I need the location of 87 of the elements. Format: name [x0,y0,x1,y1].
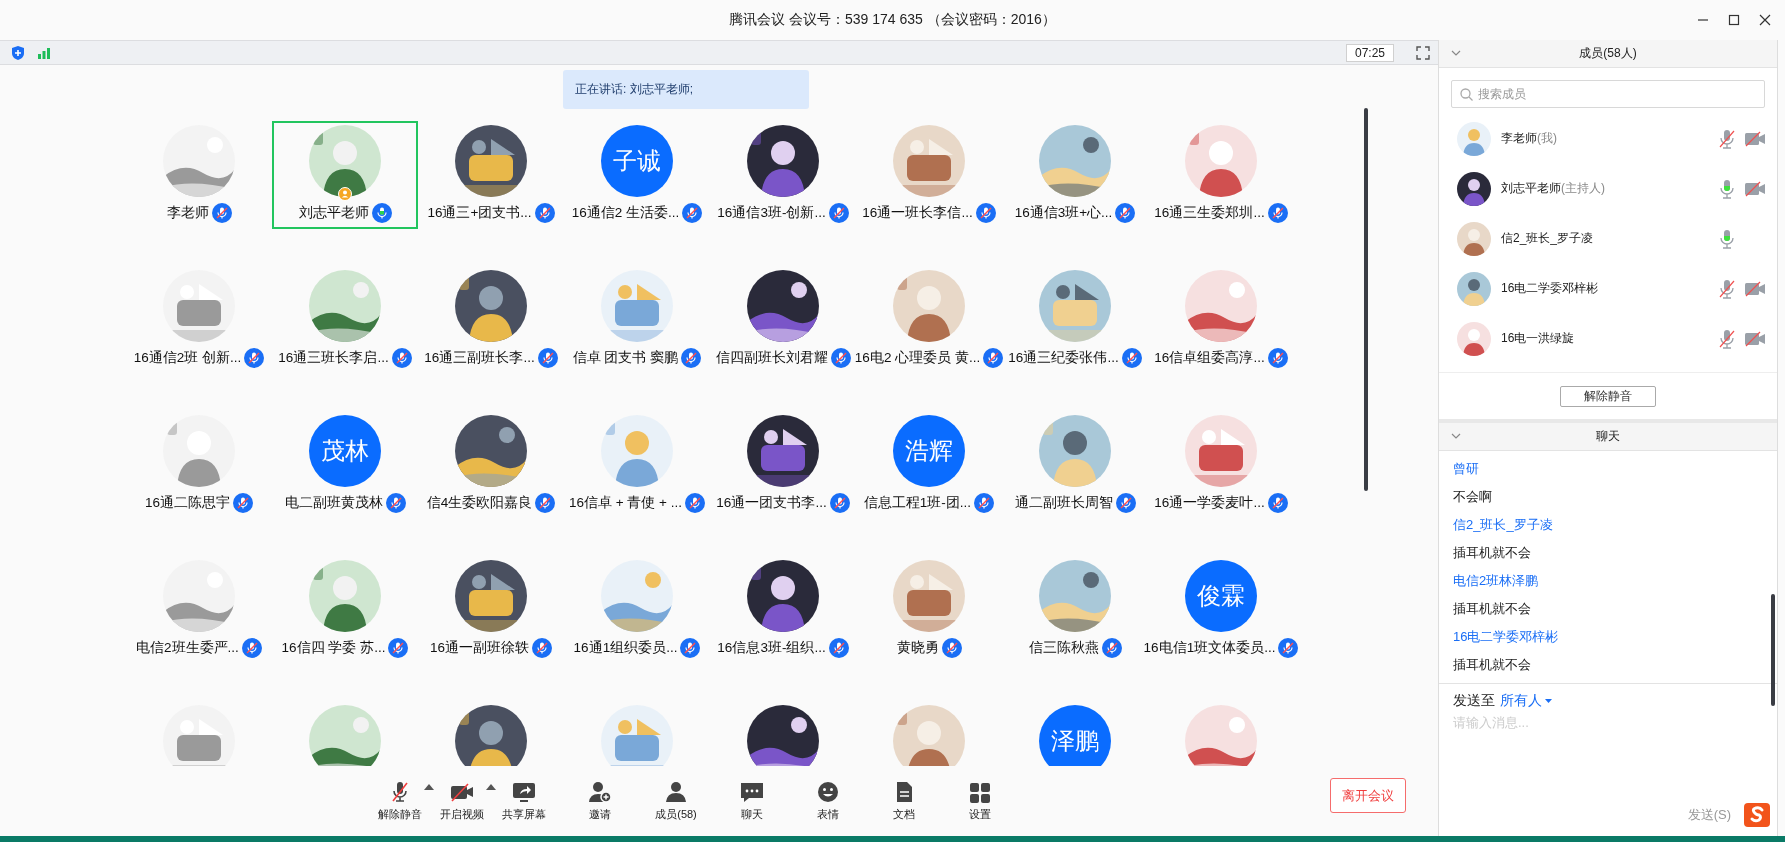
participant-name: 16信四 学委 苏... [281,639,386,657]
member-name: 16电一洪绿旋 [1501,330,1575,348]
participant-name: 通二副班长周智 [1014,494,1113,512]
caret-icon[interactable] [486,784,496,790]
maximize-icon[interactable] [1728,14,1740,26]
participant-name: 信四副班长刘君耀 [715,349,828,367]
search-field[interactable]: 搜索成员 [1451,79,1765,108]
caret-icon[interactable] [424,784,434,790]
panel-title: 聊天 [1596,427,1620,445]
panel-title: 成员(58人) [1579,44,1637,62]
toolbar-button[interactable]: 聊天 [714,780,790,822]
participant-name: 16电2 心理委员 黄... [854,349,981,367]
chevron-icon[interactable] [1451,50,1461,57]
participant-name: 16通三生委郑圳... [1154,204,1265,222]
panel-header[interactable]: 成员(58人) [1439,40,1777,68]
chat-message: 插耳机就不会 [1453,599,1532,618]
participant-name: 16信卓组委高淳... [1154,349,1265,367]
participant-name: 16通一学委麦叶... [1154,494,1265,512]
chat-sender: 电信2班林泽鹏 [1453,571,1540,590]
chat-sender: 曾研 [1453,459,1480,478]
participant-name: 16通信2班 创新... [133,349,242,367]
participant-name: 信三陈秋燕 [1028,639,1099,657]
chat-sender: 16电二学委邓梓彬 [1453,627,1560,646]
toolbar-button[interactable]: 设置 [942,780,1018,822]
chevron-icon[interactable] [1451,433,1461,440]
shield-icon[interactable] [10,44,26,61]
participant-name: 刘志平老师 [298,204,369,222]
toolbar-button[interactable]: 成员(58) [638,780,714,822]
participant-name: 李老师 [166,204,209,222]
chat-message: 插耳机就不会 [1453,543,1532,562]
grid-icon [967,780,993,804]
member-name: 16电二学委邓梓彬 [1501,280,1599,298]
fullscreen-icon[interactable] [1416,45,1430,60]
participant-name: 16通1组织委员... [573,639,678,657]
send-to-label: 发送至 [1453,691,1495,710]
avatar-initials: 茂林 [309,415,381,487]
speaker-banner: 正在讲话: 刘志平老师; [563,70,809,109]
participant-name: 16通信3班-创新... [717,204,826,222]
caret-icon [1545,698,1552,703]
participant-name: 16通一副班徐轶 [430,639,529,657]
avatar-initials: 俊霖 [1185,560,1257,632]
participant-name: 16通二陈思宇 [145,494,230,512]
member-name: 刘志平老师(主持人) [1501,180,1605,198]
share-screen-icon [511,780,537,804]
meeting-timer: 07:25 [1345,43,1394,62]
person-icon [663,780,689,804]
participant-name: 16通一团支书李... [716,494,827,512]
ime-icon[interactable] [1743,802,1771,828]
panel-header[interactable]: 聊天 [1439,422,1777,451]
avatar-initials: 浩辉 [893,415,965,487]
participant-name: 16信卓 + 青使 + ... [568,494,682,512]
chat-icon [739,780,765,804]
member-name: 李老师(我) [1501,130,1557,148]
chat-sender: 信2_班长_罗子凌 [1453,515,1554,534]
search-icon [1460,87,1473,101]
participant-name: 电二副班黄茂林 [284,494,383,512]
avatar-initials: 泽鹏 [1039,705,1111,766]
participant-name: 16通三+团支书... [427,204,532,222]
toolbar-button[interactable]: 文档 [866,780,942,822]
toolbar-button[interactable]: 表情 [790,780,866,822]
unmute-all-button[interactable]: 解除静音 [1560,385,1656,407]
chat-message: 不会啊 [1453,487,1493,506]
smiley-icon [815,780,841,804]
scrollbar[interactable] [1364,108,1368,491]
toolbar-button[interactable]: 邀请 [562,780,638,822]
participant-name: 16通信3班+心... [1014,204,1113,222]
participant-name: 信卓 团支书 窦鹏 [572,349,679,367]
participant-name: 16通三纪委张伟... [1008,349,1119,367]
participant-name: 电信2班生委严... [136,639,239,657]
participant-name: 黄晓勇 [896,639,939,657]
recipient-dropdown[interactable]: 所有人 [1500,691,1552,710]
member-name: 信2_班长_罗子凌 [1501,230,1594,248]
participant-name: 16信息3班-组织... [717,639,826,657]
leave-meeting-button[interactable]: 离开会议 [1330,778,1406,813]
scrollbar[interactable] [1771,593,1775,706]
participant-name: 16通三副班长李... [424,349,535,367]
participant-name: 16通信2 生活委... [571,204,680,222]
participant-name: 信4生委欧阳嘉良 [426,494,533,512]
participant-name: 16通一班长李信... [862,204,973,222]
chat-message: 插耳机就不会 [1453,655,1532,674]
participant-name: 信息工程1班-团... [863,494,972,512]
participant-name: 16电信1班文体委员... [1143,639,1276,657]
participant-name: 16通三班长李启... [278,349,389,367]
window-title: 腾讯会议 会议号：539 174 635 （会议密码：2016） [729,11,1056,29]
add-person-icon [587,780,613,804]
close-icon[interactable] [1759,14,1771,26]
avatar-initials: 子诚 [601,125,673,197]
